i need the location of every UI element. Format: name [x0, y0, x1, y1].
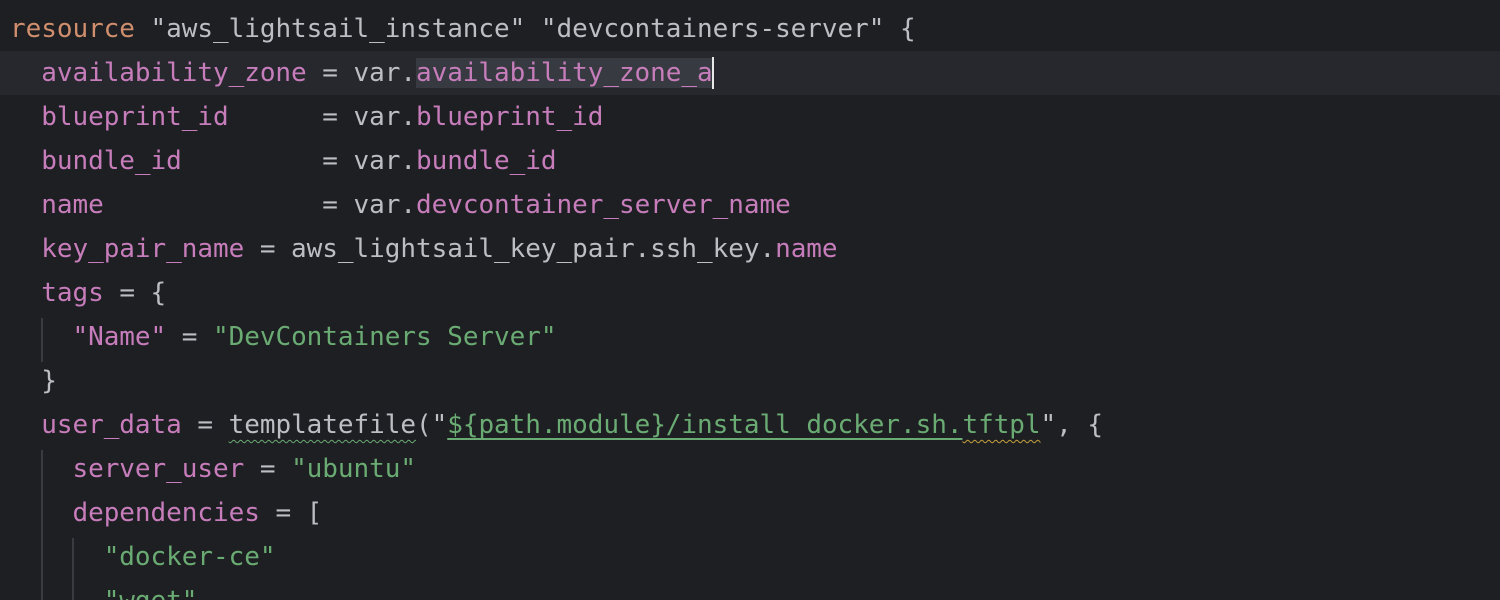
code-line[interactable]: server_user = "ubuntu" — [0, 447, 1500, 491]
code-token: availability_zone_a — [415, 58, 713, 88]
code-token: } — [41, 366, 57, 396]
code-line[interactable]: tags = { — [0, 271, 1500, 315]
code-token: bundle_id — [41, 146, 182, 176]
code-line-text: "docker-ce" — [10, 535, 276, 579]
code-line-text: "Name" = "DevContainers Server" — [10, 315, 557, 359]
code-token: = { — [103, 278, 167, 308]
code-token: ${path.module}/install_docker.sh. — [447, 410, 963, 440]
code-token: = var. — [181, 146, 416, 176]
code-token: availability_zone — [41, 58, 307, 88]
code-token: = [ — [259, 498, 323, 528]
code-line[interactable]: resource "aws_lightsail_instance" "devco… — [0, 7, 1500, 51]
code-line-text: server_user = "ubuntu" — [10, 447, 416, 491]
code-line[interactable]: key_pair_name = aws_lightsail_key_pair.s… — [0, 227, 1500, 271]
code-token: blueprint_id — [41, 102, 229, 132]
code-line[interactable]: blueprint_id = var.blueprint_id — [0, 95, 1500, 139]
code-line-text: user_data = templatefile("${path.module}… — [10, 403, 1103, 447]
code-token: templatefile — [228, 410, 416, 440]
code-line[interactable]: bundle_id = var.bundle_id — [0, 139, 1500, 183]
code-token: "docker-ce" — [103, 542, 276, 572]
code-line-text: bundle_id = var.bundle_id — [10, 139, 557, 183]
code-line[interactable]: user_data = templatefile("${path.module}… — [0, 403, 1500, 447]
code-token: blueprint_id — [415, 102, 604, 132]
code-token: ", { — [1040, 410, 1104, 440]
code-token: tags — [41, 278, 104, 308]
code-token: name — [775, 234, 838, 264]
code-line-text: name = var.devcontainer_server_name — [10, 183, 791, 227]
code-line-text: key_pair_name = aws_lightsail_key_pair.s… — [10, 227, 838, 271]
code-line[interactable]: "wget" — [0, 579, 1500, 600]
code-token: dependencies — [72, 498, 260, 528]
code-line[interactable]: } — [0, 359, 1500, 403]
code-token: name — [41, 190, 104, 220]
code-token: = var. — [103, 190, 416, 220]
code-token: (" — [415, 410, 448, 440]
code-line[interactable]: "Name" = "DevContainers Server" — [0, 315, 1500, 359]
code-token: devcontainer_server_name — [415, 190, 791, 220]
code-token: = — [244, 454, 292, 484]
code-token: "DevContainers Server" — [213, 322, 557, 352]
code-line-text: availability_zone = var.availability_zon… — [10, 51, 713, 95]
code-line-text: dependencies = [ — [10, 491, 322, 535]
code-line-text: tags = { — [10, 271, 166, 315]
code-token: = — [181, 410, 229, 440]
code-line-text: } — [10, 359, 57, 403]
code-line[interactable]: availability_zone = var.availability_zon… — [0, 51, 1500, 95]
code-line[interactable]: dependencies = [ — [0, 491, 1500, 535]
code-token: resource — [10, 14, 135, 44]
code-token: = var. — [306, 58, 416, 88]
code-token: "wget" — [104, 586, 198, 600]
code-line-text: blueprint_id = var.blueprint_id — [10, 95, 603, 139]
code-token: = aws_lightsail_key_pair.ssh_key. — [244, 234, 776, 264]
code-line-text: resource "aws_lightsail_instance" "devco… — [10, 7, 916, 51]
code-token: server_user — [72, 454, 245, 484]
code-token: key_pair_name — [41, 234, 245, 264]
code-token: bundle_id — [415, 146, 557, 176]
code-token: = var. — [228, 102, 416, 132]
code-line[interactable]: name = var.devcontainer_server_name — [0, 183, 1500, 227]
code-line[interactable]: "docker-ce" — [0, 535, 1500, 579]
code-token: user_data — [41, 410, 182, 440]
text-cursor — [712, 57, 714, 89]
code-token: "Name" — [72, 322, 167, 352]
code-line-text: "wget" — [10, 579, 198, 600]
code-token: "ubuntu" — [291, 454, 416, 484]
code-editor[interactable]: resource "aws_lightsail_instance" "devco… — [0, 0, 1500, 600]
code-token: tftpl — [962, 410, 1041, 440]
code-token: "aws_lightsail_instance" "devcontainers-… — [134, 14, 916, 44]
code-token: = — [166, 322, 213, 352]
